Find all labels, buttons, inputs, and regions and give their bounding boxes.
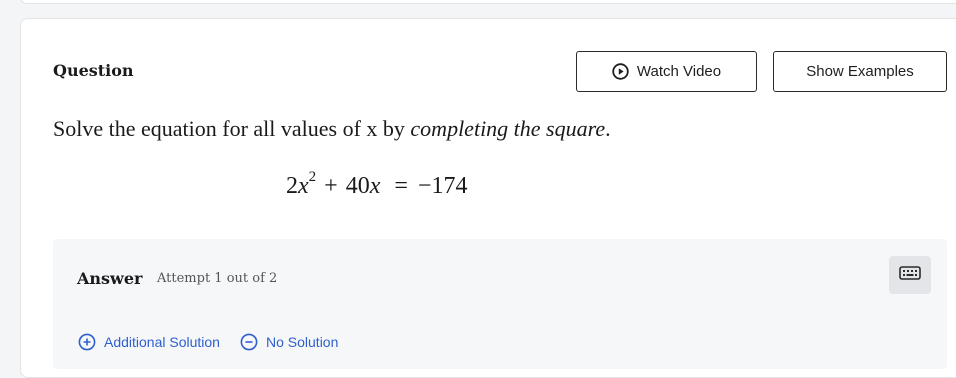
previous-card-edge [20,0,956,4]
question-prompt: Solve the equation for all values of x b… [53,116,611,142]
no-solution-label: No Solution [266,334,339,350]
watch-video-button[interactable]: Watch Video [576,51,757,92]
question-title: Question [53,61,134,80]
minus-circle-icon [240,333,258,351]
additional-solution-button[interactable]: Additional Solution [78,333,220,351]
eq-rhs: −174 [417,173,468,199]
eq-linear-coef: 40 [345,173,370,199]
keyboard-icon [899,265,921,286]
eq-coef: 2 [286,173,298,199]
watch-video-label: Watch Video [636,63,722,80]
plus-circle-icon [78,333,96,351]
eq-var: x [298,173,309,199]
show-examples-label: Show Examples [806,63,914,80]
eq-exponent: 2 [308,169,317,185]
equation: 2x2 +40x = −174 [286,170,468,200]
eq-equals: = [394,173,408,199]
additional-solution-label: Additional Solution [104,334,220,350]
prompt-emphasis: completing the square [410,116,606,141]
keyboard-button[interactable] [889,256,931,294]
play-circle-icon [612,63,629,80]
answer-label: Answer [77,269,143,288]
attempt-counter: Attempt 1 out of 2 [157,271,278,286]
no-solution-button[interactable]: No Solution [240,333,338,351]
prompt-text: Solve the equation for all values of x b… [53,116,411,141]
prompt-end: . [605,116,611,141]
eq-linear-var: x [369,173,381,199]
show-examples-button[interactable]: Show Examples [773,51,947,92]
eq-plus: + [324,173,338,199]
